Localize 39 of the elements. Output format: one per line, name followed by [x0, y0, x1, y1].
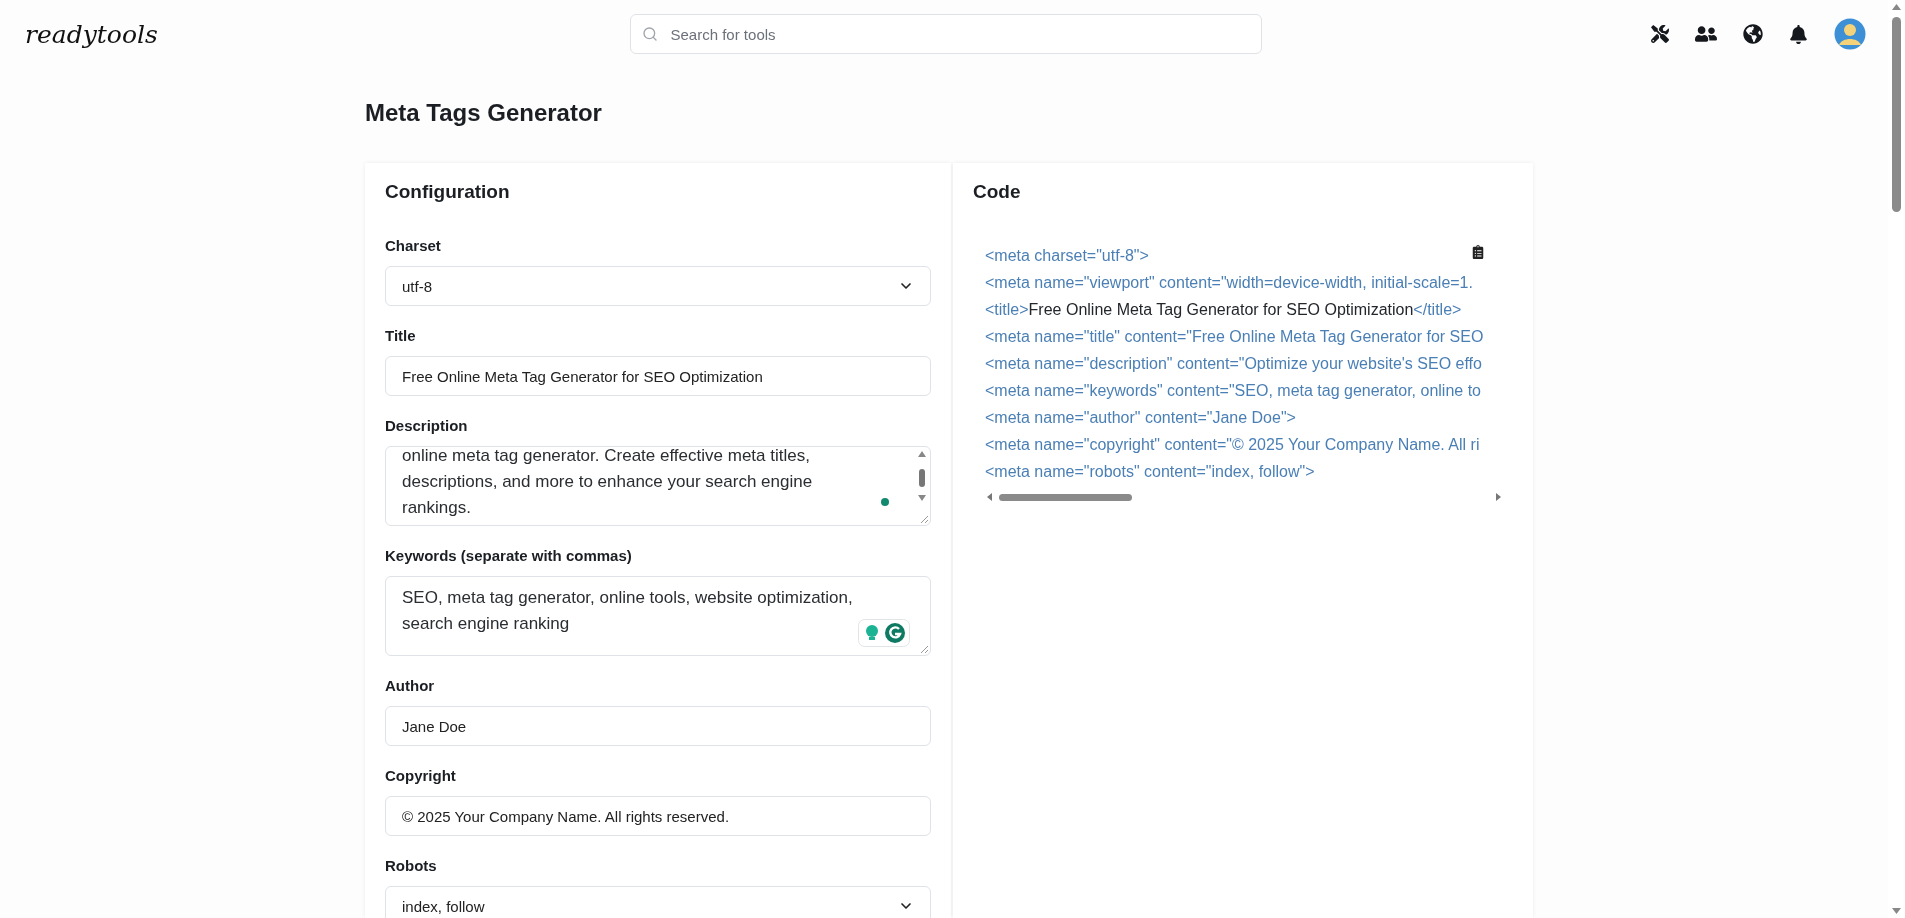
field-label: Copyright: [385, 767, 457, 784]
field-label: Description: [385, 417, 469, 434]
clipboard-icon[interactable]: [1471, 245, 1485, 259]
field-label: Charset: [385, 237, 442, 254]
field-label: Robots: [385, 857, 438, 874]
logo[interactable]: readytools: [25, 19, 630, 49]
tools-icon[interactable]: [1651, 25, 1669, 43]
field-label: Keywords (separate with commas): [385, 547, 633, 564]
card-title: Configuration: [385, 181, 511, 203]
search-field[interactable]: Search for tools: [629, 14, 1262, 54]
input-field[interactable]: Free Online Meta Tag Generator for SEO Optimization: [385, 356, 931, 396]
bell-icon[interactable]: [1789, 24, 1808, 44]
resize-handle-icon[interactable]: [918, 643, 929, 654]
code-line: <title>Free Online Meta Tag Generator for SEO Optimization</title>: [985, 300, 1462, 320]
select-field[interactable]: utf-8: [385, 266, 931, 306]
code-line: <meta name="author" content="Jane Doe">: [985, 408, 1296, 428]
input-field[interactable]: Jane Doe: [385, 706, 931, 746]
avatar-icon[interactable]: [1834, 18, 1866, 50]
globe-icon[interactable]: [1743, 24, 1763, 44]
writing-assistant-icon: [858, 619, 910, 647]
text-area[interactable]: SEO, meta tag generator, online tools, website optimization, search engine ranking: [385, 576, 931, 656]
resize-handle-icon[interactable]: [918, 513, 929, 524]
select-field[interactable]: index, follow: [385, 886, 931, 918]
card-title: Code: [973, 181, 1022, 203]
field-label: Author: [385, 677, 436, 694]
code-line: <meta name="keywords" content="SEO, meta tag generator, online to: [985, 381, 1481, 401]
field-label: Title: [385, 327, 417, 344]
code-line: <meta name="title" content="Free Online Meta Tag Generator for SEO: [985, 327, 1484, 347]
code-line: <meta charset="utf-8">: [985, 246, 1149, 266]
text-area[interactable]: online meta tag generator. Create effective meta titles, descriptions, and more to enhance your search engine rankings.: [385, 446, 931, 526]
input-field[interactable]: © 2025 Your Company Name. All rights reserved.: [385, 796, 931, 836]
page-title: Meta Tags Generator: [365, 99, 603, 127]
code-line: <meta name="robots" content="index, follow">: [985, 462, 1315, 482]
search-icon: [641, 26, 658, 42]
code-line: <meta name="description" content="Optimize your website's SEO effo: [985, 354, 1482, 374]
status-dot: [881, 498, 889, 506]
code-line: <meta name="viewport" content="width=device-width, initial-scale=1.: [985, 273, 1473, 293]
users-icon[interactable]: [1695, 23, 1717, 45]
code-line: <meta name="copyright" content="© 2025 Your Company Name. All ri: [985, 435, 1480, 455]
